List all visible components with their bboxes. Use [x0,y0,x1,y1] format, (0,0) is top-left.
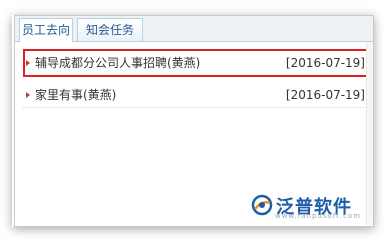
logo-url: www.fanpusoft.com [275,212,362,220]
item-title[interactable]: 家里有事(黄燕) [35,83,116,107]
tab-bar: 员工去向 知会任务 [15,16,373,42]
tab-notify-tasks[interactable]: 知会任务 [77,18,143,41]
highlight-box [23,49,372,77]
tab-employee-whereabouts[interactable]: 员工去向 [19,18,73,42]
bullet-arrow-icon [26,92,30,98]
item-date: [2016-07-19] [285,88,365,102]
fanpu-logo-icon [251,194,273,216]
list-item[interactable]: 家里有事(黄燕) [2016-07-19] [23,83,369,108]
brand-logo: 泛普软件 www.fanpusoft.com [251,192,369,220]
